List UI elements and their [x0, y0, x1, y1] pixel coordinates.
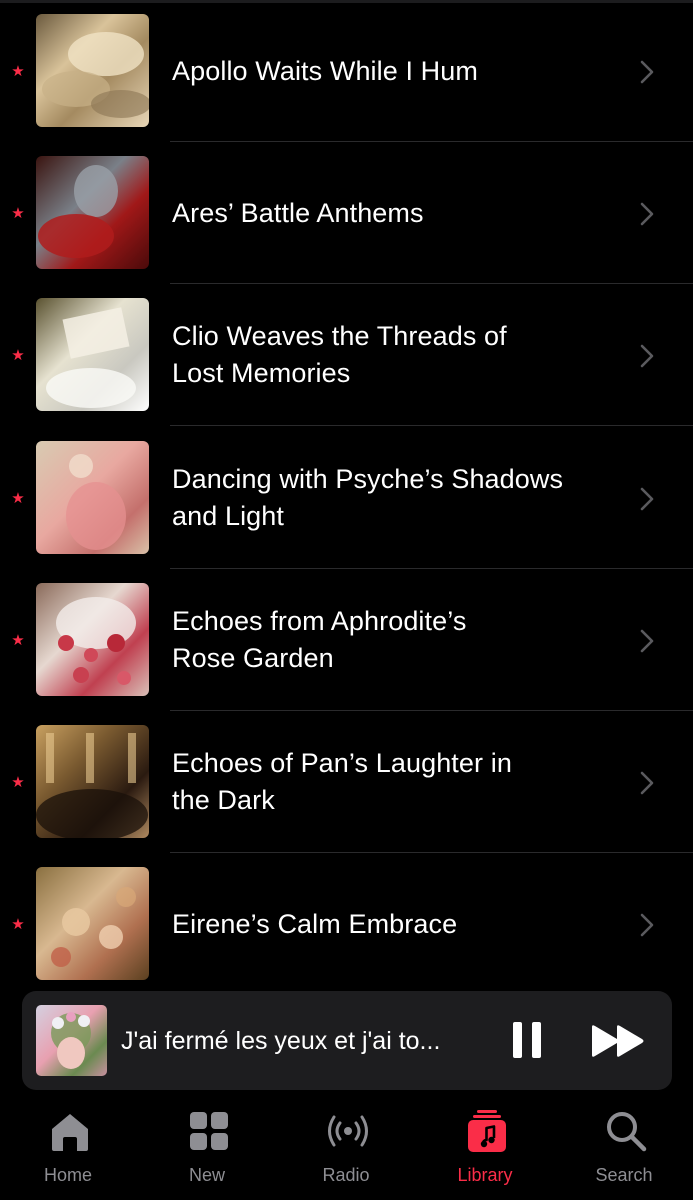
tab-label: Search	[595, 1165, 653, 1185]
favorite-star-icon: ★	[11, 63, 25, 80]
tab-new[interactable]: New	[152, 1095, 262, 1200]
playlist-artwork	[36, 867, 149, 980]
playlist-row[interactable]: ★ Eirene’s Calm Embrace	[0, 853, 693, 995]
fast-forward-icon[interactable]	[590, 1023, 646, 1059]
playlist-artwork	[36, 298, 149, 411]
tab-search[interactable]: Search	[569, 1095, 679, 1200]
chevron-right-icon	[640, 487, 654, 511]
playlist-title: Echoes from Aphrodite’s Rose Garden	[172, 606, 467, 673]
playlist-row[interactable]: ★ Clio Weaves the Threads of Lost Memori…	[0, 284, 693, 426]
tab-radio[interactable]: Radio	[291, 1095, 401, 1200]
library-icon	[468, 1110, 506, 1152]
chevron-right-icon	[640, 629, 654, 653]
tab-label: Library	[457, 1165, 513, 1185]
playlist-artwork	[36, 441, 149, 554]
playlist-title: Eirene’s Calm Embrace	[172, 909, 458, 939]
chevron-right-icon	[640, 202, 654, 226]
favorite-star-icon: ★	[11, 347, 25, 364]
row-divider	[170, 425, 693, 426]
tab-bar: Home New Radio Library Search	[0, 1095, 693, 1200]
playlist-row[interactable]: ★ Echoes of Pan’s Laughter in the Dark	[0, 711, 693, 853]
grid-icon	[190, 1112, 228, 1150]
chevron-right-icon	[640, 60, 654, 84]
playlist-title: Apollo Waits While I Hum	[172, 56, 478, 86]
radio-icon	[328, 1115, 368, 1147]
playlist-title: Echoes of Pan’s Laughter in the Dark	[172, 748, 512, 815]
chevron-right-icon	[640, 344, 654, 368]
playlist-title: Ares’ Battle Anthems	[172, 198, 424, 228]
tab-label: Radio	[322, 1165, 370, 1185]
favorite-star-icon: ★	[11, 490, 25, 507]
favorite-star-icon: ★	[11, 632, 25, 649]
chevron-right-icon	[640, 771, 654, 795]
playlist-title: Clio Weaves the Threads of Lost Memories	[172, 321, 507, 388]
home-icon	[52, 1114, 88, 1151]
playlist-row[interactable]: ★ Apollo Waits While I Hum	[0, 0, 693, 142]
favorite-star-icon: ★	[11, 205, 25, 222]
playlist-row[interactable]: ★ Dancing with Psyche’s Shadows and Ligh…	[0, 427, 693, 569]
mini-player[interactable]: J'ai fermé les yeux et j'ai to...	[22, 991, 672, 1090]
tab-label: Home	[43, 1165, 92, 1185]
favorite-star-icon: ★	[11, 916, 25, 933]
now-playing-title[interactable]: J'ai fermé les yeux et j'ai to...	[121, 1025, 491, 1057]
playlist-artwork	[36, 14, 149, 127]
playlist-artwork	[36, 583, 149, 696]
tab-home[interactable]: Home	[13, 1095, 123, 1200]
tab-label: New	[188, 1165, 225, 1185]
tab-library[interactable]: Library	[430, 1095, 540, 1200]
now-playing-artwork	[36, 1005, 107, 1076]
chevron-right-icon	[640, 913, 654, 937]
pause-icon[interactable]	[511, 1021, 543, 1059]
playlist-artwork	[36, 156, 149, 269]
search-icon	[607, 1112, 647, 1152]
playlist-row[interactable]: ★ Echoes from Aphrodite’s Rose Garden	[0, 569, 693, 711]
playlist-row[interactable]: ★ Ares’ Battle Anthems	[0, 142, 693, 284]
favorite-star-icon: ★	[11, 774, 25, 791]
playlist-artwork	[36, 725, 149, 838]
playlist-title: Dancing with Psyche’s Shadows and Light	[172, 464, 564, 531]
